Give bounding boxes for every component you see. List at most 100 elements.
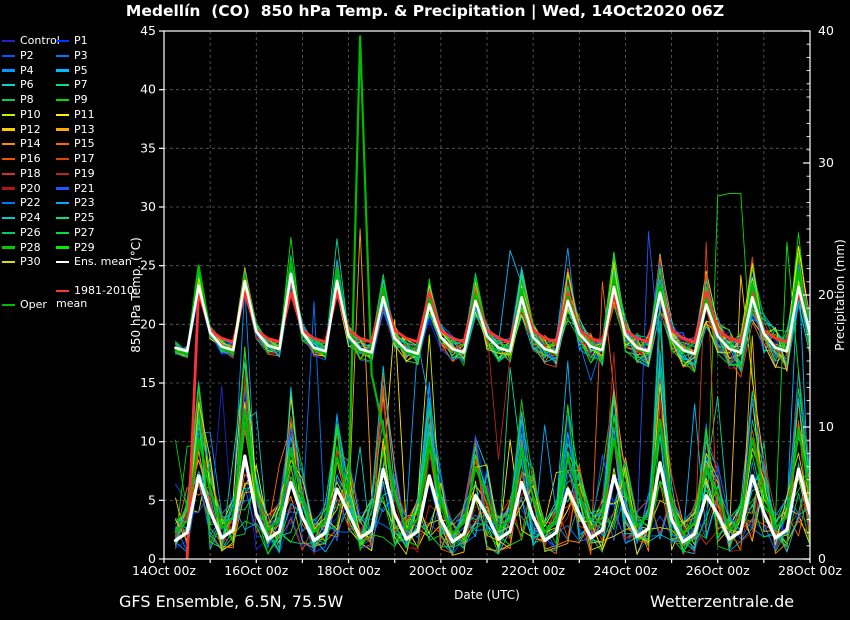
legend-item-P16: P16: [2, 152, 41, 166]
legend-item-P1: P1: [56, 34, 88, 48]
legend-line-swatch: [2, 40, 15, 42]
legend-item-Control: Control: [2, 34, 60, 48]
legend-line-swatch: [56, 84, 69, 86]
legend-item-P15: P15: [56, 137, 95, 151]
legend-line-swatch: [56, 261, 69, 263]
legend-line-swatch: [2, 114, 15, 116]
legend-line-swatch: [2, 143, 15, 145]
legend-line-swatch: [2, 202, 15, 204]
legend-item-P6: P6: [2, 78, 34, 92]
legend-label: P15: [74, 137, 95, 150]
legend-item-P14: P14: [2, 137, 41, 151]
legend-label: P19: [74, 167, 95, 180]
legend-line-swatch: [2, 217, 15, 219]
legend-label: P18: [20, 167, 41, 180]
legend-label: P25: [74, 211, 95, 224]
left-tick-label: 40: [140, 82, 156, 97]
legend-line-swatch: [2, 232, 15, 234]
legend-item-P17: P17: [56, 152, 95, 166]
x-axis-title: Date (UTC): [427, 588, 547, 602]
legend-item-P29: P29: [56, 241, 95, 255]
source-watermark: Wetterzentrale.de: [650, 592, 794, 611]
left-tick-label: 35: [140, 140, 156, 155]
legend-item-P13: P13: [56, 123, 95, 137]
legend-item-P26: P26: [2, 226, 41, 240]
legend-item-P10: P10: [2, 108, 41, 122]
legend-item-P19: P19: [56, 167, 95, 181]
legend-label: Control: [20, 34, 60, 47]
legend-label: P8: [20, 93, 34, 106]
legend-item-P25: P25: [56, 211, 95, 225]
legend-label: P27: [74, 226, 95, 239]
legend-item-P30: P30: [2, 255, 41, 269]
left-tick-label: 45: [140, 23, 156, 38]
legend-item-P24: P24: [2, 211, 41, 225]
legend-item-P9: P9: [56, 93, 88, 107]
legend-label: P30: [20, 255, 41, 268]
legend-item-P8: P8: [2, 93, 34, 107]
right-tick-label: 10: [818, 419, 834, 434]
legend-line-swatch: [2, 128, 15, 130]
legend-line-swatch: [2, 304, 15, 306]
legend-item-oper: Oper: [2, 298, 47, 312]
legend-label: P16: [20, 152, 41, 165]
legend-item-P28: P28: [2, 241, 41, 255]
model-location-label: GFS Ensemble, 6.5N, 75.5W: [119, 592, 343, 611]
y-axis-left-title: 850 hPa Temp. (°C): [129, 225, 143, 365]
legend-line-swatch: [2, 261, 15, 263]
legend-label: P11: [74, 108, 95, 121]
legend-line-swatch: [56, 55, 69, 57]
legend-label: 1981-2010: [74, 284, 134, 297]
legend-label: P24: [20, 211, 41, 224]
right-tick-label: 20: [818, 287, 834, 302]
x-tick-label: 20Oct 00z: [409, 563, 473, 578]
legend-item-climate-mean: 1981-2010mean: [56, 284, 134, 310]
legend-item-P3: P3: [56, 49, 88, 63]
legend-label: Oper: [20, 298, 47, 311]
legend-label: P23: [74, 196, 95, 209]
legend-line-swatch: [56, 173, 69, 175]
x-tick-label: 18Oct 00z: [317, 563, 381, 578]
x-tick-label: 16Oct 00z: [224, 563, 288, 578]
legend-line-swatch: [56, 187, 69, 189]
legend-item-P27: P27: [56, 226, 95, 240]
x-tick-label: 26Oct 00z: [686, 563, 750, 578]
legend-line-swatch: [56, 290, 69, 292]
legend-label: P22: [20, 196, 41, 209]
legend-line-swatch: [56, 232, 69, 234]
legend-item-P12: P12: [2, 123, 41, 137]
legend-label: mean: [56, 297, 87, 310]
legend-line-swatch: [2, 187, 15, 189]
legend-line-swatch: [2, 69, 15, 71]
legend-line-swatch: [2, 246, 15, 248]
legend-label: Ens. mean: [74, 255, 132, 268]
left-tick-label: 30: [140, 199, 156, 214]
legend-line-swatch: [56, 128, 69, 130]
legend-label: P3: [74, 49, 88, 62]
legend-label: P6: [20, 78, 34, 91]
legend-item-P18: P18: [2, 167, 41, 181]
legend-item-P11: P11: [56, 108, 95, 122]
legend-item-P20: P20: [2, 182, 41, 196]
legend-label: P21: [74, 182, 95, 195]
legend-label: P20: [20, 182, 41, 195]
legend-line-swatch: [56, 40, 69, 42]
right-tick-label: 40: [818, 23, 834, 38]
legend-label: P2: [20, 49, 34, 62]
legend-line-swatch: [56, 217, 69, 219]
left-tick-label: 15: [140, 375, 156, 390]
meteogram-plot: 05101520253035404501020304014Oct 00z16Oc…: [0, 0, 850, 620]
legend-line-swatch: [2, 158, 15, 160]
y-axis-right-title: Precipitation (mm): [833, 225, 847, 365]
legend-label: P14: [20, 137, 41, 150]
legend-line-swatch: [2, 84, 15, 86]
x-tick-label: 22Oct 00z: [501, 563, 565, 578]
legend-item-P23: P23: [56, 196, 95, 210]
legend-line-swatch: [56, 202, 69, 204]
legend-label: P1: [74, 34, 88, 47]
legend-line-swatch: [2, 99, 15, 101]
legend-label: P7: [74, 78, 88, 91]
x-tick-label: 24Oct 00z: [593, 563, 657, 578]
legend-label: P10: [20, 108, 41, 121]
left-tick-label: 10: [140, 434, 156, 449]
